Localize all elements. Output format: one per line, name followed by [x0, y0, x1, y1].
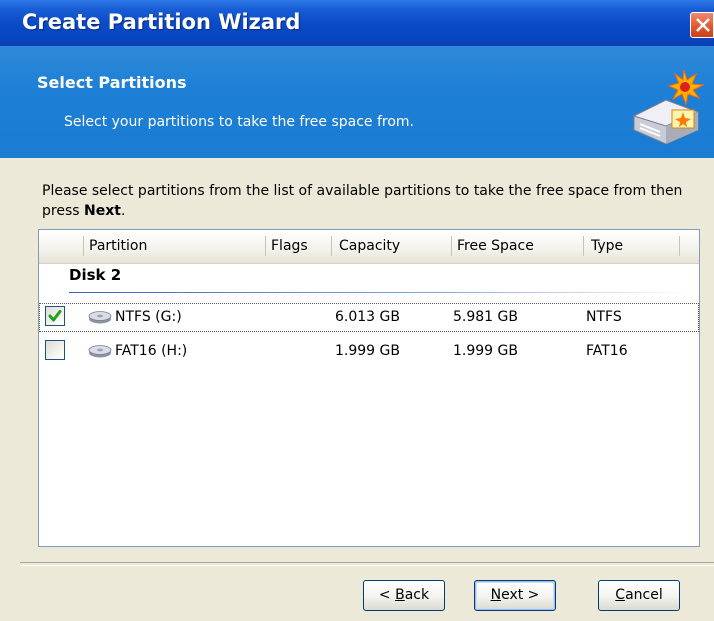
close-button[interactable]	[690, 12, 714, 38]
cell-partition: NTFS (G:)	[115, 309, 182, 325]
cell-capacity: 1.999 GB	[335, 343, 400, 359]
column-header-capacity[interactable]: Capacity	[339, 230, 400, 263]
cell-free-space: 5.981 GB	[453, 309, 518, 325]
page-title: Select Partitions	[37, 73, 187, 92]
column-separator[interactable]	[679, 236, 680, 256]
close-icon	[696, 18, 710, 32]
table-row[interactable]: FAT16 (H:) 1.999 GB 1.999 GB FAT16	[39, 337, 699, 366]
window-title: Create Partition Wizard	[22, 10, 301, 34]
cell-type: FAT16	[586, 343, 628, 359]
bottom-divider	[20, 562, 714, 566]
column-separator[interactable]	[331, 236, 332, 256]
column-header-partition[interactable]: Partition	[89, 230, 147, 263]
checkmark-icon	[48, 310, 62, 322]
partition-disk-icon	[88, 345, 112, 358]
back-button-mnemonic: B	[395, 587, 405, 603]
column-separator[interactable]	[83, 236, 84, 256]
page-subtitle: Select your partitions to take the free …	[64, 114, 415, 130]
table-row[interactable]: NTFS (G:) 6.013 GB 5.981 GB NTFS	[39, 303, 699, 332]
column-separator[interactable]	[451, 236, 452, 256]
wizard-window: Create Partition Wizard Select Partition…	[0, 0, 714, 621]
instruction-next-word: Next	[84, 203, 121, 219]
wizard-header: Select Partitions Select your partitions…	[0, 46, 714, 158]
list-header: Partition Flags Capacity Free Space Type	[39, 230, 699, 264]
cell-free-space: 1.999 GB	[453, 343, 518, 359]
cell-type: NTFS	[586, 309, 622, 325]
back-button[interactable]: < Back	[363, 580, 445, 611]
column-separator[interactable]	[265, 236, 266, 256]
group-divider	[69, 292, 689, 293]
back-button-prefix: <	[378, 587, 396, 603]
partition-disk-icon	[88, 311, 112, 324]
wizard-disk-icon	[632, 69, 705, 145]
column-header-free-space[interactable]: Free Space	[457, 230, 534, 263]
column-separator[interactable]	[583, 236, 584, 256]
cell-partition: FAT16 (H:)	[115, 343, 188, 359]
instruction-text: Please select partitions from the list o…	[42, 181, 702, 221]
next-button-label: ext >	[501, 587, 540, 603]
cancel-button-mnemonic: C	[615, 587, 626, 603]
back-button-label: ack	[404, 587, 430, 603]
row-checkbox[interactable]	[45, 340, 65, 360]
title-bar[interactable]: Create Partition Wizard	[0, 0, 714, 46]
cancel-button[interactable]: Cancel	[598, 580, 680, 611]
column-header-flags[interactable]: Flags	[271, 230, 308, 263]
cell-capacity: 6.013 GB	[335, 309, 400, 325]
group-header-disk: Disk 2	[69, 266, 122, 284]
cancel-button-label: ancel	[625, 587, 663, 603]
column-header-type[interactable]: Type	[591, 230, 623, 263]
instruction-period: .	[120, 203, 126, 219]
next-button[interactable]: Next >	[474, 580, 556, 611]
partition-list[interactable]: Partition Flags Capacity Free Space Type…	[38, 229, 700, 547]
next-button-mnemonic: N	[490, 587, 502, 603]
instruction-main: Please select partitions from the list o…	[42, 183, 683, 219]
row-checkbox[interactable]	[45, 306, 65, 326]
